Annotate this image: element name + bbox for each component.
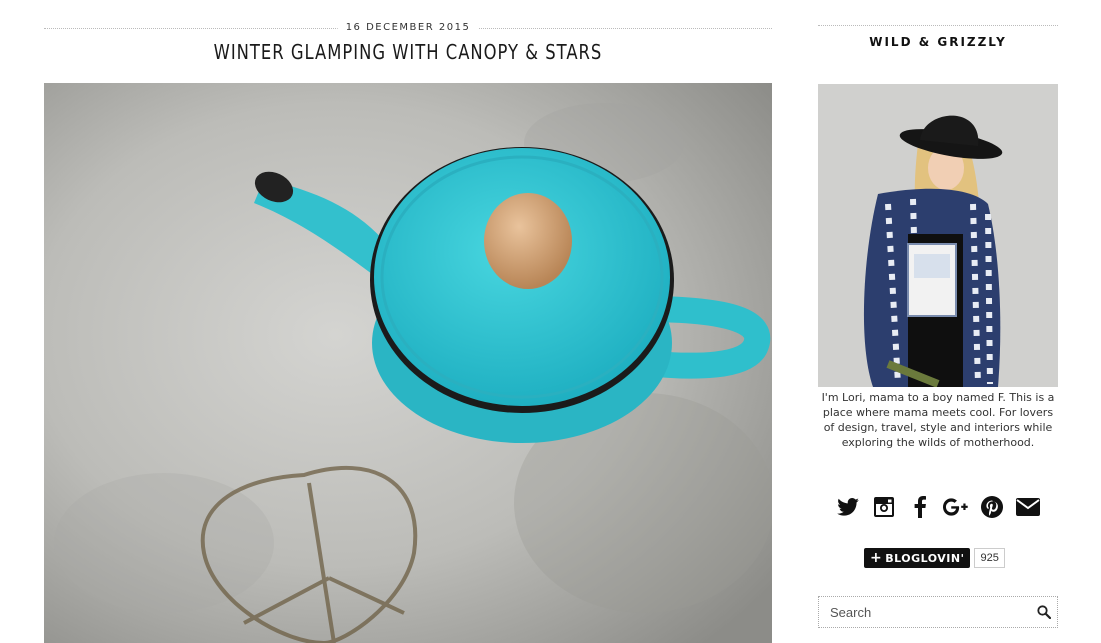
author-photo	[818, 84, 1058, 387]
search-button[interactable]	[1031, 605, 1057, 619]
bloglovin-follower-count: 925	[974, 548, 1005, 568]
post-title[interactable]: WINTER GLAMPING WITH CANOPY & STARS	[110, 40, 707, 64]
post-date-row: 16 DECEMBER 2015	[44, 22, 772, 36]
teapot-photo	[44, 83, 772, 643]
google-plus-icon[interactable]	[943, 494, 969, 520]
blog-title: WILD & GRIZZLY	[869, 35, 1007, 49]
sidebar-divider	[818, 25, 1058, 26]
envelope-icon[interactable]	[1015, 494, 1041, 520]
instagram-icon[interactable]	[871, 494, 897, 520]
facebook-icon[interactable]	[907, 494, 933, 520]
bloglovin-label: BLOGLOVIN'	[885, 551, 965, 565]
social-links	[818, 494, 1058, 520]
author-bio: I'm Lori, mama to a boy named F. This is…	[821, 391, 1055, 449]
post-date: 16 DECEMBER 2015	[337, 22, 479, 33]
post-hero-image[interactable]	[44, 83, 772, 643]
bloglovin-widget: + BLOGLOVIN' 925	[864, 548, 1005, 568]
bloglovin-follow-button[interactable]: + BLOGLOVIN'	[864, 548, 971, 568]
search-input[interactable]	[819, 603, 1031, 621]
search-box	[818, 596, 1058, 628]
plus-icon: +	[870, 550, 883, 566]
author-portrait-image	[818, 84, 1058, 387]
twitter-icon[interactable]	[835, 494, 861, 520]
search-icon	[1037, 605, 1051, 619]
pinterest-icon[interactable]	[979, 494, 1005, 520]
